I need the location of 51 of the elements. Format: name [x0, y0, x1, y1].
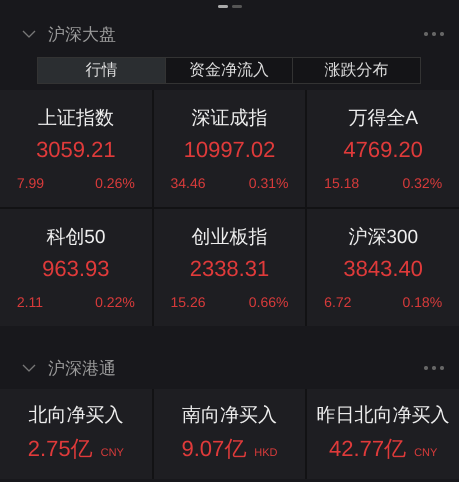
index-value: 2338.31 — [190, 256, 270, 282]
index-name: 万得全A — [348, 107, 418, 131]
index-name: 深证成指 — [191, 107, 268, 131]
more-icon[interactable] — [424, 366, 444, 370]
index-value: 963.93 — [42, 256, 110, 282]
flow-value: 42.77亿 — [329, 435, 406, 463]
flow-card[interactable]: 昨日北向净买入 42.77亿 CNY — [307, 389, 459, 479]
index-name: 沪深300 — [348, 226, 418, 250]
chevron-icon[interactable] — [22, 30, 36, 38]
index-card[interactable]: 创业板指 2338.31 15.26 0.66% — [154, 209, 306, 326]
index-percent: 0.66% — [248, 294, 288, 310]
currency-label: HKD — [254, 447, 278, 459]
index-percent: 0.26% — [95, 175, 135, 191]
chevron-icon[interactable] — [22, 364, 36, 372]
index-card[interactable]: 万得全A 4769.20 15.18 0.32% — [307, 90, 459, 207]
index-percent: 0.31% — [248, 175, 288, 191]
flow-name: 昨日北向净买入 — [316, 404, 450, 428]
flow-card[interactable]: 南向净买入 9.07亿 HKD — [154, 389, 306, 479]
index-change: 15.18 — [324, 175, 360, 191]
index-name: 科创50 — [46, 226, 106, 250]
flow-card[interactable]: 北向净买入 2.75亿 CNY — [0, 389, 152, 479]
tab[interactable]: 行情 — [38, 58, 165, 83]
flow-value: 2.75亿 — [28, 435, 93, 463]
flow-name: 南向净买入 — [182, 404, 277, 428]
section-title: 沪深港通 — [48, 358, 116, 380]
index-value: 3843.40 — [343, 256, 423, 282]
index-change: 6.72 — [324, 294, 352, 310]
index-card[interactable]: 深证成指 10997.02 34.46 0.31% — [154, 90, 306, 207]
currency-label: CNY — [100, 447, 124, 459]
flow-name: 北向净买入 — [28, 404, 124, 428]
index-change: 34.46 — [170, 175, 206, 191]
more-icon[interactable] — [424, 32, 444, 36]
index-card[interactable]: 沪深300 3843.40 6.72 0.18% — [307, 209, 459, 326]
index-percent: 0.22% — [95, 294, 135, 310]
index-card[interactable]: 科创50 963.93 2.11 0.22% — [0, 209, 152, 326]
tab[interactable]: 资金净流入 — [164, 58, 292, 83]
index-name: 创业板指 — [191, 226, 268, 250]
index-card[interactable]: 上证指数 3059.21 7.99 0.26% — [0, 90, 152, 207]
tab[interactable]: 涨跌分布 — [292, 58, 420, 83]
index-value: 3059.21 — [36, 137, 116, 163]
index-change: 15.26 — [170, 294, 206, 310]
index-percent: 0.18% — [402, 294, 442, 310]
index-name: 上证指数 — [38, 107, 114, 131]
index-value: 4769.20 — [343, 137, 423, 163]
section-title: 沪深大盘 — [48, 24, 116, 46]
index-value: 10997.02 — [184, 137, 276, 163]
index-change: 7.99 — [16, 175, 44, 191]
currency-label: CNY — [414, 447, 438, 459]
flow-value: 9.07亿 — [181, 435, 246, 463]
index-percent: 0.32% — [402, 175, 442, 191]
index-change: 2.11 — [16, 294, 44, 310]
